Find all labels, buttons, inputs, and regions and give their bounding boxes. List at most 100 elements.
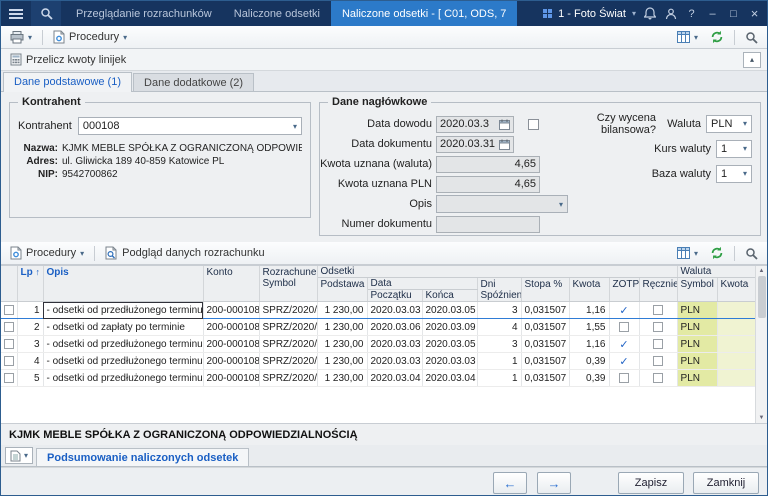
cell-zotp[interactable] bbox=[609, 370, 639, 387]
cell-opis[interactable]: - odsetki od przedłużonego terminu płatn… bbox=[43, 353, 203, 370]
print-button[interactable]: ▾ bbox=[5, 29, 37, 46]
cell-recznie[interactable] bbox=[639, 302, 677, 319]
col-rozrachunek-symbol[interactable]: RozrachunekSymbol bbox=[259, 266, 317, 302]
save-button[interactable]: Zapisz bbox=[618, 472, 684, 494]
row-checkbox[interactable] bbox=[1, 370, 17, 387]
cell-waluta-kwota[interactable] bbox=[717, 336, 757, 353]
minimize-icon[interactable]: – bbox=[705, 6, 720, 22]
summary-options-button[interactable]: ▾ bbox=[5, 447, 33, 464]
przelicz-button[interactable]: Przelicz kwoty linijek bbox=[5, 51, 131, 68]
cell-stopa[interactable]: 0,031507 bbox=[521, 370, 569, 387]
cell-waluta[interactable]: PLN bbox=[677, 319, 717, 336]
scroll-down-icon[interactable]: ▼ bbox=[759, 415, 765, 421]
cell-stopa[interactable]: 0,031507 bbox=[521, 302, 569, 319]
row-checkbox[interactable] bbox=[1, 336, 17, 353]
colgroup-data[interactable]: Data bbox=[367, 278, 477, 290]
previous-record-button[interactable]: ← bbox=[493, 472, 527, 494]
cell-dni[interactable]: 3 bbox=[477, 336, 521, 353]
table-row[interactable]: 2- odsetki od zapłaty po terminie200-000… bbox=[1, 319, 757, 336]
cell-symbol[interactable]: SPRZ/2020/1 bbox=[259, 302, 317, 319]
cell-podstawa[interactable]: 1 230,00 bbox=[317, 319, 367, 336]
cell-data-poczatku[interactable]: 2020.03.03 bbox=[367, 302, 422, 319]
cell-konto[interactable]: 200-000108 bbox=[203, 353, 259, 370]
apps-grid-icon[interactable] bbox=[543, 9, 552, 18]
cell-dni[interactable]: 3 bbox=[477, 302, 521, 319]
cell-kwota[interactable]: 1,16 bbox=[569, 336, 609, 353]
kurs-waluty-combo[interactable]: 1▾ bbox=[716, 140, 752, 158]
grid-refresh-button[interactable] bbox=[705, 244, 729, 262]
cell-dni[interactable]: 4 bbox=[477, 319, 521, 336]
col-recznie[interactable]: Ręcznie bbox=[639, 278, 677, 302]
calendar-icon[interactable] bbox=[499, 139, 510, 150]
cell-symbol[interactable]: SPRZ/2020/3 bbox=[259, 370, 317, 387]
procedury-button[interactable]: Procedury ▾ bbox=[48, 28, 132, 46]
cell-waluta-kwota[interactable] bbox=[717, 353, 757, 370]
user-label[interactable]: 1 - Foto Świat bbox=[558, 8, 626, 20]
tab-dane-dodatkowe[interactable]: Dane dodatkowe (2) bbox=[133, 73, 254, 91]
cell-waluta[interactable]: PLN bbox=[677, 370, 717, 387]
cell-waluta[interactable]: PLN bbox=[677, 302, 717, 319]
cell-stopa[interactable]: 0,031507 bbox=[521, 336, 569, 353]
cell-podstawa[interactable]: 1 230,00 bbox=[317, 336, 367, 353]
col-dni-spoznienia[interactable]: DniSpóźnienia bbox=[477, 278, 521, 302]
row-checkbox[interactable] bbox=[1, 353, 17, 370]
col-konto[interactable]: Konto bbox=[203, 266, 259, 302]
notifications-bell-icon[interactable] bbox=[642, 6, 657, 22]
tab-dane-podstawowe[interactable]: Dane podstawowe (1) bbox=[3, 72, 132, 92]
cell-konto[interactable]: 200-000108 bbox=[203, 302, 259, 319]
cell-kwota[interactable]: 0,39 bbox=[569, 370, 609, 387]
cell-zotp[interactable]: ✓ bbox=[609, 336, 639, 353]
cell-podstawa[interactable]: 1 230,00 bbox=[317, 302, 367, 319]
grid-columns-button[interactable]: ▾ bbox=[672, 245, 703, 261]
kwota-uznana-pln-input[interactable]: 4,65 bbox=[436, 176, 540, 193]
global-search-button[interactable] bbox=[31, 1, 61, 26]
col-kwota[interactable]: Kwota bbox=[569, 278, 609, 302]
vertical-scrollbar[interactable]: ▲ ▼ bbox=[755, 266, 767, 423]
cell-data-konca[interactable]: 2020.03.05 bbox=[422, 336, 477, 353]
col-lp[interactable]: Lp ↑ bbox=[17, 266, 43, 302]
grid-procedury-button[interactable]: Procedury ▾ bbox=[5, 244, 89, 262]
scroll-up-icon[interactable]: ▲ bbox=[759, 268, 765, 274]
window-tab-naliczone[interactable]: Naliczone odsetki bbox=[223, 1, 331, 26]
cell-recznie[interactable] bbox=[639, 353, 677, 370]
cell-zotp[interactable]: ✓ bbox=[609, 353, 639, 370]
cell-waluta-kwota[interactable] bbox=[717, 370, 757, 387]
cell-lp[interactable]: 2 bbox=[17, 319, 43, 336]
cell-data-poczatku[interactable]: 2020.03.04 bbox=[367, 370, 422, 387]
columns-view-button[interactable]: ▾ bbox=[672, 29, 703, 45]
czy-wycena-checkbox[interactable] bbox=[528, 119, 539, 130]
cell-lp[interactable]: 1 bbox=[17, 302, 43, 319]
col-data-konca[interactable]: Końca bbox=[422, 290, 477, 302]
col-waluta-symbol[interactable]: Symbol bbox=[677, 278, 717, 302]
close-icon[interactable]: × bbox=[747, 6, 762, 22]
menu-button[interactable] bbox=[1, 1, 31, 26]
cell-dni[interactable]: 1 bbox=[477, 370, 521, 387]
cell-waluta-kwota[interactable] bbox=[717, 302, 757, 319]
maximize-icon[interactable]: □ bbox=[726, 6, 741, 22]
kwota-uznana-waluta-input[interactable]: 4,65 bbox=[436, 156, 540, 173]
numer-dokumentu-input[interactable] bbox=[436, 216, 540, 233]
cell-podstawa[interactable]: 1 230,00 bbox=[317, 370, 367, 387]
data-dokumentu-input[interactable]: 2020.03.31 bbox=[436, 136, 514, 153]
cell-recznie[interactable] bbox=[639, 370, 677, 387]
table-row[interactable]: 3- odsetki od przedłużonego terminu płat… bbox=[1, 336, 757, 353]
cell-kwota[interactable]: 0,39 bbox=[569, 353, 609, 370]
cell-opis[interactable]: - odsetki od przedłużonego terminu płatn… bbox=[43, 302, 203, 319]
cell-podstawa[interactable]: 1 230,00 bbox=[317, 353, 367, 370]
cell-recznie[interactable] bbox=[639, 319, 677, 336]
help-icon[interactable]: ? bbox=[684, 6, 699, 22]
col-stopa[interactable]: Stopa % bbox=[521, 278, 569, 302]
cell-recznie[interactable] bbox=[639, 336, 677, 353]
cell-lp[interactable]: 3 bbox=[17, 336, 43, 353]
cell-symbol[interactable]: SPRZ/2020/2 bbox=[259, 353, 317, 370]
row-checkbox[interactable] bbox=[1, 319, 17, 336]
cell-konto[interactable]: 200-000108 bbox=[203, 319, 259, 336]
table-row[interactable]: 1- odsetki od przedłużonego terminu płat… bbox=[1, 302, 757, 319]
colgroup-waluta[interactable]: Waluta bbox=[677, 266, 757, 278]
tab-podsumowanie[interactable]: Podsumowanie naliczonych odsetek bbox=[36, 448, 249, 466]
next-record-button[interactable]: → bbox=[537, 472, 571, 494]
cell-zotp[interactable] bbox=[609, 319, 639, 336]
col-zotp[interactable]: ZOTP bbox=[609, 278, 639, 302]
row-checkbox[interactable] bbox=[1, 302, 17, 319]
data-dowodu-input[interactable]: 2020.03.3 bbox=[436, 116, 514, 133]
